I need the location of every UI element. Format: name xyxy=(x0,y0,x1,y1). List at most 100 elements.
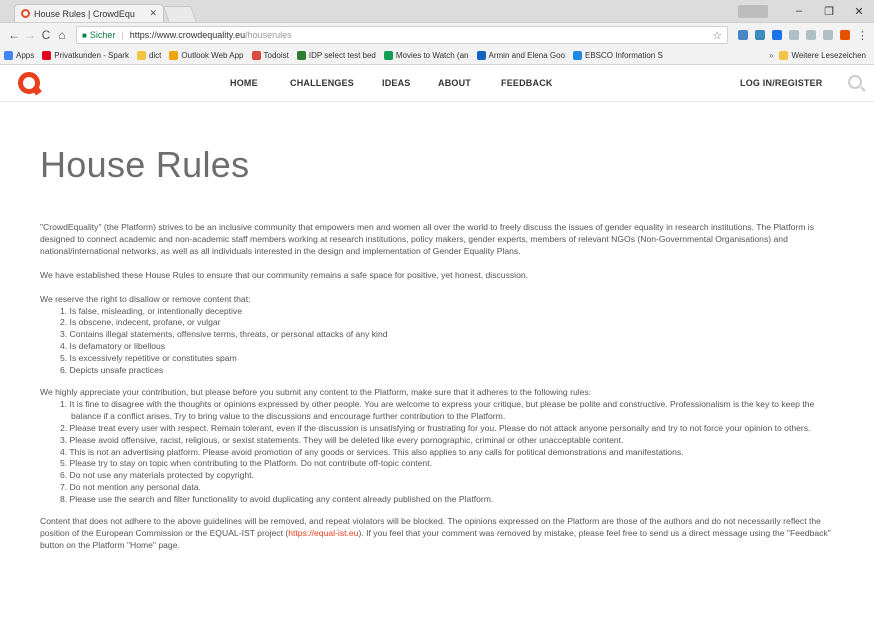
minimize-icon[interactable]: – xyxy=(784,5,814,17)
maximize-icon[interactable]: ❐ xyxy=(814,5,844,18)
secure-label: Sicher xyxy=(89,30,116,40)
bookmark-item[interactable]: EBSCO Information S xyxy=(573,51,663,60)
bookmark-favicon-icon xyxy=(476,51,486,60)
bookmark-label: IDP select test bed xyxy=(308,51,376,60)
bookmark-label: dict xyxy=(148,51,162,60)
reserve-list-item: 4. Is defamatory or libellous xyxy=(60,341,166,352)
browser-tab[interactable]: House Rules | CrowdEqu ✕ xyxy=(14,4,164,22)
window-controls: – ❐ ✕ xyxy=(738,0,874,22)
rules-list-item: 4. This is not an advertising platform. … xyxy=(60,446,684,457)
closing-paragraph: Content that does not adhere to the abov… xyxy=(40,516,840,552)
forward-icon[interactable]: → xyxy=(22,28,38,42)
extension-icon[interactable] xyxy=(772,30,782,40)
nav-about[interactable]: ABOUT xyxy=(438,78,471,88)
extension-icon[interactable] xyxy=(738,30,748,40)
page-body: "CrowdEquality" (the Platform) strives t… xyxy=(40,222,840,564)
home-icon[interactable]: ⌂ xyxy=(54,28,70,42)
url-text: https://www.crowdequality.eu/houserules xyxy=(130,30,292,40)
rules-list-item: 7. Do not mention any personal data. xyxy=(60,482,201,493)
reserve-section: We reserve the right to disallow or remo… xyxy=(40,294,840,377)
rules-section: We highly appreciate your contribution, … xyxy=(40,387,840,506)
bookmark-favicon-icon xyxy=(169,51,179,60)
nav-challenges[interactable]: CHALLENGES xyxy=(290,78,354,88)
reload-icon[interactable]: C xyxy=(38,28,54,42)
reserve-list-item: 6. Depicts unsafe practices xyxy=(60,365,164,376)
reserve-list-item: 2. Is obscene, indecent, profane, or vul… xyxy=(60,317,221,328)
rules-intro: We highly appreciate your contribution, … xyxy=(40,386,592,397)
extension-icon[interactable] xyxy=(789,30,799,40)
bookmark-item[interactable]: Apps xyxy=(4,51,34,60)
bookmark-item[interactable]: Movies to Watch (an xyxy=(383,51,469,60)
close-window-icon[interactable]: ✕ xyxy=(844,5,874,18)
reserve-list: 1. Is false, misleading, or intentionall… xyxy=(40,306,840,377)
address-bar[interactable]: ■ Sicher | https://www.crowdequality.eu/… xyxy=(76,26,728,44)
rules-list-item: 1. It is fine to disagree with the thoug… xyxy=(60,398,815,421)
bookmark-item[interactable]: Privatkunden - Spark xyxy=(42,51,129,60)
extension-icon[interactable] xyxy=(755,30,765,40)
bookmark-favicon-icon xyxy=(296,51,306,60)
nav-ideas[interactable]: IDEAS xyxy=(382,78,411,88)
folder-icon xyxy=(779,51,789,60)
bookmark-item[interactable]: IDP select test bed xyxy=(296,51,376,60)
bookmark-label: Movies to Watch (an xyxy=(395,51,469,60)
reserve-list-item: 3. Contains illegal statements, offensiv… xyxy=(60,329,388,340)
extension-icon[interactable] xyxy=(806,30,816,40)
intro-paragraph: "CrowdEquality" (the Platform) strives t… xyxy=(40,222,814,256)
bookmark-favicon-icon xyxy=(251,51,261,60)
main-nav: HOME CHALLENGES IDEAS ABOUT FEEDBACK LOG… xyxy=(0,65,874,101)
tab-close-icon[interactable]: ✕ xyxy=(149,8,157,19)
purpose-paragraph: We have established these House Rules to… xyxy=(40,269,529,280)
bookmark-label: Todoist xyxy=(263,51,289,60)
browser-tabstrip: House Rules | CrowdEqu ✕ – ❐ ✕ xyxy=(0,0,874,23)
bookmark-favicon-icon xyxy=(136,51,146,60)
bookmark-label: Outlook Web App xyxy=(181,51,244,60)
site-header: HOME CHALLENGES IDEAS ABOUT FEEDBACK LOG… xyxy=(0,65,874,102)
other-bookmarks-label: Weitere Lesezeichen xyxy=(791,51,866,60)
nav-feedback[interactable]: FEEDBACK xyxy=(501,78,553,88)
extension-icons: ⋮ xyxy=(738,29,868,42)
rules-list-item: 5. Please try to stay on topic when cont… xyxy=(60,458,432,469)
address-separator: | xyxy=(121,30,124,40)
bookmarks-overflow[interactable]: » xyxy=(769,51,773,60)
bookmark-item[interactable]: Todoist xyxy=(251,51,289,60)
bookmark-label: EBSCO Information S xyxy=(585,51,663,60)
rules-list-item: 3. Please avoid offensive, racist, relig… xyxy=(60,434,624,445)
bookmark-item[interactable]: Armin and Elena Goo xyxy=(476,51,566,60)
other-bookmarks[interactable]: Weitere Lesezeichen xyxy=(779,51,866,60)
lock-icon: ■ xyxy=(82,30,87,40)
page-title: House Rules xyxy=(40,144,250,185)
bookmark-label: Armin and Elena Goo xyxy=(488,51,566,60)
bookmark-item[interactable]: dict xyxy=(136,51,162,60)
new-tab-button[interactable] xyxy=(162,6,198,23)
bookmark-favicon-icon xyxy=(42,51,52,60)
bookmark-star-icon[interactable]: ☆ xyxy=(712,29,722,42)
search-icon[interactable] xyxy=(848,75,862,89)
nav-home[interactable]: HOME xyxy=(230,78,258,88)
site-favicon-icon xyxy=(21,9,30,18)
rules-list-item: 8. Please use the search and filter func… xyxy=(60,494,494,505)
bookmark-favicon-icon xyxy=(573,51,582,60)
rules-list: 1. It is fine to disagree with the thoug… xyxy=(40,399,840,506)
equal-ist-link[interactable]: https://equal-ist.eu xyxy=(288,528,358,538)
tab-title: House Rules | CrowdEqu xyxy=(34,8,135,19)
url-prefix: https://www.crowdequality.eu xyxy=(129,30,246,40)
extension-icon[interactable] xyxy=(840,30,850,40)
url-path: /houserules xyxy=(245,30,292,40)
bookmark-item[interactable]: Outlook Web App xyxy=(169,51,244,60)
address-row: ← → C ⌂ ■ Sicher | https://www.crowdequa… xyxy=(0,23,874,47)
bookmark-favicon-icon xyxy=(383,51,393,60)
rules-list-item: 2. Please treat every user with respect.… xyxy=(60,422,811,433)
bookmark-label: Apps xyxy=(16,51,35,60)
reserve-intro: We reserve the right to disallow or remo… xyxy=(40,293,251,304)
bookmark-favicon-icon xyxy=(4,51,13,60)
bookmarks-bar: » Weitere Lesezeichen Apps Privatkunden -… xyxy=(0,47,874,65)
back-icon[interactable]: ← xyxy=(6,28,22,42)
rules-list-item: 6. Do not use any materials protected by… xyxy=(60,470,254,481)
extension-icon[interactable] xyxy=(823,30,833,40)
reserve-list-item: 1. Is false, misleading, or intentionall… xyxy=(60,305,243,316)
login-register-link[interactable]: LOG IN/REGISTER xyxy=(740,78,823,88)
profile-button[interactable] xyxy=(738,4,768,18)
reserve-list-item: 5. Is excessively repetitive or constitu… xyxy=(60,353,237,364)
bookmark-label: Privatkunden - Spark xyxy=(54,51,129,60)
menu-icon[interactable]: ⋮ xyxy=(857,29,868,42)
